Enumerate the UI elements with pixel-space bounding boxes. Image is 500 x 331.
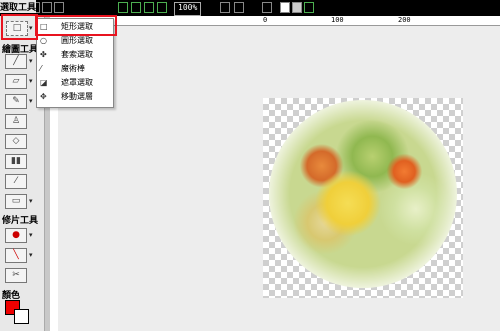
ellipse-select-icon: ○ [40,36,47,45]
highlight-menu-item [35,15,117,36]
smudge-tool[interactable]: ╲ [5,248,27,263]
ruler-icon[interactable] [262,2,272,13]
menu-item-magic-wand[interactable]: ⁄ 魔術棒 [37,62,113,75]
highlight-select-tool [1,14,38,40]
gradient-tool[interactable]: ▮▮ [5,154,27,169]
stamp-tool[interactable]: ♙ [5,114,27,129]
edit-tools-title: 修片工具 [2,216,39,226]
actual-size-icon[interactable] [157,2,167,13]
chevron-down-icon[interactable]: ▾ [29,231,33,239]
chevron-down-icon[interactable]: ▾ [29,57,33,65]
pointer-icon[interactable] [220,2,230,13]
image-icon[interactable] [54,2,64,13]
chevron-down-icon[interactable]: ▾ [29,77,33,85]
image-canvas[interactable] [263,98,463,298]
horizontal-ruler: 0 100 200 [50,16,500,26]
color-square2-icon[interactable] [292,2,302,13]
fill-tool[interactable]: ◇ [5,134,27,149]
ruler-label: 200 [398,16,411,24]
lasso-icon: ✤ [40,50,47,59]
brush-tool[interactable]: ╱ [5,54,27,69]
clone-tool[interactable]: ✂ [5,268,27,283]
top-toolbar: 100% [0,0,500,16]
paste-icon[interactable] [42,2,52,13]
ruler-label: 0 [263,16,268,24]
fit-icon[interactable] [144,2,154,13]
menu-item-mask-select[interactable]: ◪ 遮罩選取 [37,76,113,89]
hand-icon[interactable] [234,2,244,13]
zoom-in-icon[interactable] [118,2,128,13]
color-square-icon[interactable] [280,2,290,13]
add-icon[interactable] [304,2,314,13]
select-tools-title: 選取工具 [0,0,37,13]
chevron-down-icon[interactable]: ▾ [29,197,33,205]
move-layer-icon: ✥ [40,92,47,101]
zoom-level[interactable]: 100% [174,2,202,16]
chevron-down-icon[interactable]: ▾ [29,251,33,259]
menu-item-lasso[interactable]: ✤ 套索選取 [37,48,113,61]
shape-tool[interactable]: ▭ [5,194,27,209]
mask-select-icon: ◪ [40,78,48,87]
chevron-down-icon[interactable]: ▾ [29,97,33,105]
eyedropper-tool[interactable]: ⁄ [5,174,27,189]
red-eye-tool[interactable]: ● [5,228,27,243]
magic-wand-icon: ⁄ [40,64,42,73]
flower-image [269,100,457,288]
ruler-label: 100 [331,16,344,24]
zoom-out-icon[interactable] [131,2,141,13]
eraser-tool[interactable]: ▱ [5,74,27,89]
pen-tool[interactable]: ✎ [5,94,27,109]
background-color[interactable] [14,309,29,324]
menu-item-move-layer[interactable]: ✥ 移動選層 [37,90,113,103]
